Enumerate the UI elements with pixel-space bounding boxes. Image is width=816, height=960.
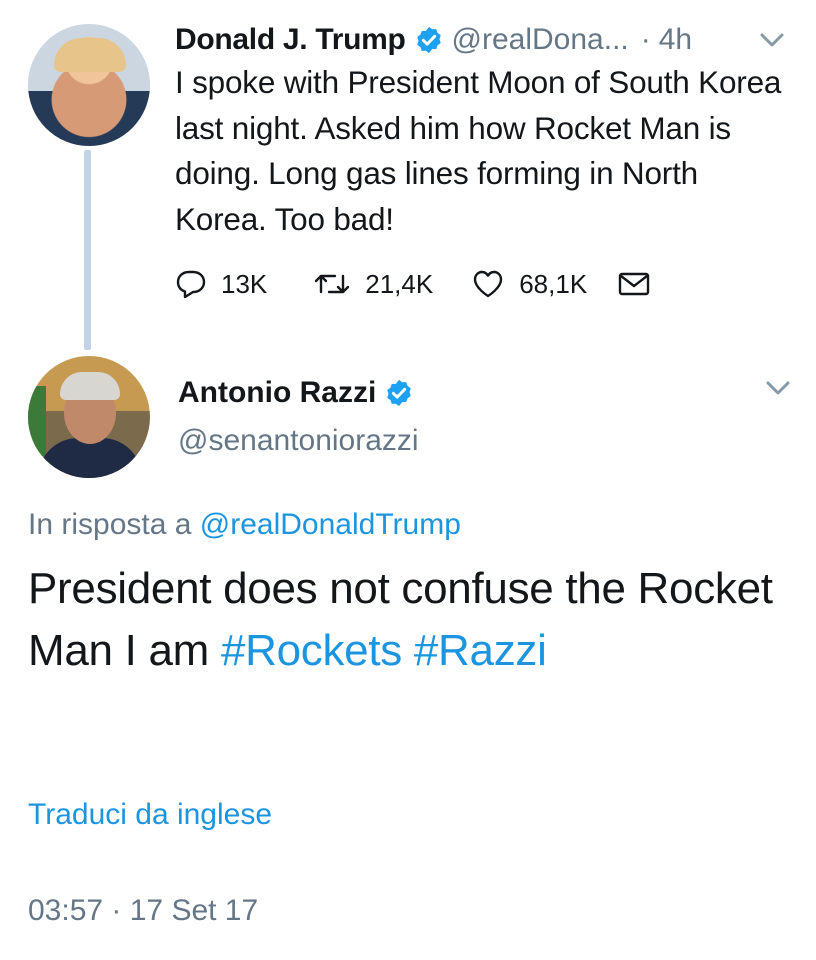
reply-context: In risposta a @realDonaldTrump [28,508,461,542]
retweet-count: 21,4K [365,268,434,299]
reply-button[interactable]: 13K [175,268,267,300]
verified-badge-icon [414,25,444,55]
thread-connector-line [84,150,91,350]
tweet1-author-name[interactable]: Donald J. Trump [175,23,406,57]
translate-link[interactable]: Traduci da inglese [28,798,272,832]
tweet1-actions: 13K 21,4K 68,1K [175,262,651,306]
razzi-avatar[interactable] [28,356,150,478]
tweet2-timestamp: 03:57 · 17 Set 17 [28,894,259,927]
reply-prefix: In risposta a [28,508,192,541]
tweet1-text: I spoke with President Moon of South Kor… [175,64,782,237]
direct-message-icon [617,269,651,299]
trump-avatar[interactable] [28,24,150,146]
hashtag-razzi-link[interactable]: #Razzi [414,626,547,675]
verified-badge-icon [384,378,414,408]
tweet1-separator: · [640,23,651,56]
tweet1-header: Donald J. Trump @realDona... · 4h [175,20,692,60]
tweet2-text: President does not confuse the Rocket Ma… [28,558,798,682]
tweet1-time[interactable]: 4h [659,23,692,57]
reply-count: 13K [221,268,268,299]
reply-icon [175,268,207,300]
tweet1-author-handle[interactable]: @realDona... [452,23,629,57]
like-count: 68,1K [519,268,588,299]
tweet2-author: Antonio Razzi [178,376,422,410]
tweet2-author-name[interactable]: Antonio Razzi [178,376,376,410]
retweet-icon [313,268,351,300]
chevron-down-icon[interactable] [758,30,786,50]
like-button[interactable]: 68,1K [471,268,587,300]
chevron-down-icon[interactable] [764,378,792,398]
tweet2-author-handle[interactable]: @senantoniorazzi [178,424,419,458]
retweet-button[interactable]: 21,4K [313,268,433,300]
like-icon [471,268,505,300]
reply-mention-link[interactable]: @realDonaldTrump [200,508,461,541]
hashtag-rockets-link[interactable]: #Rockets [221,626,402,675]
direct-message-button[interactable] [617,269,651,299]
